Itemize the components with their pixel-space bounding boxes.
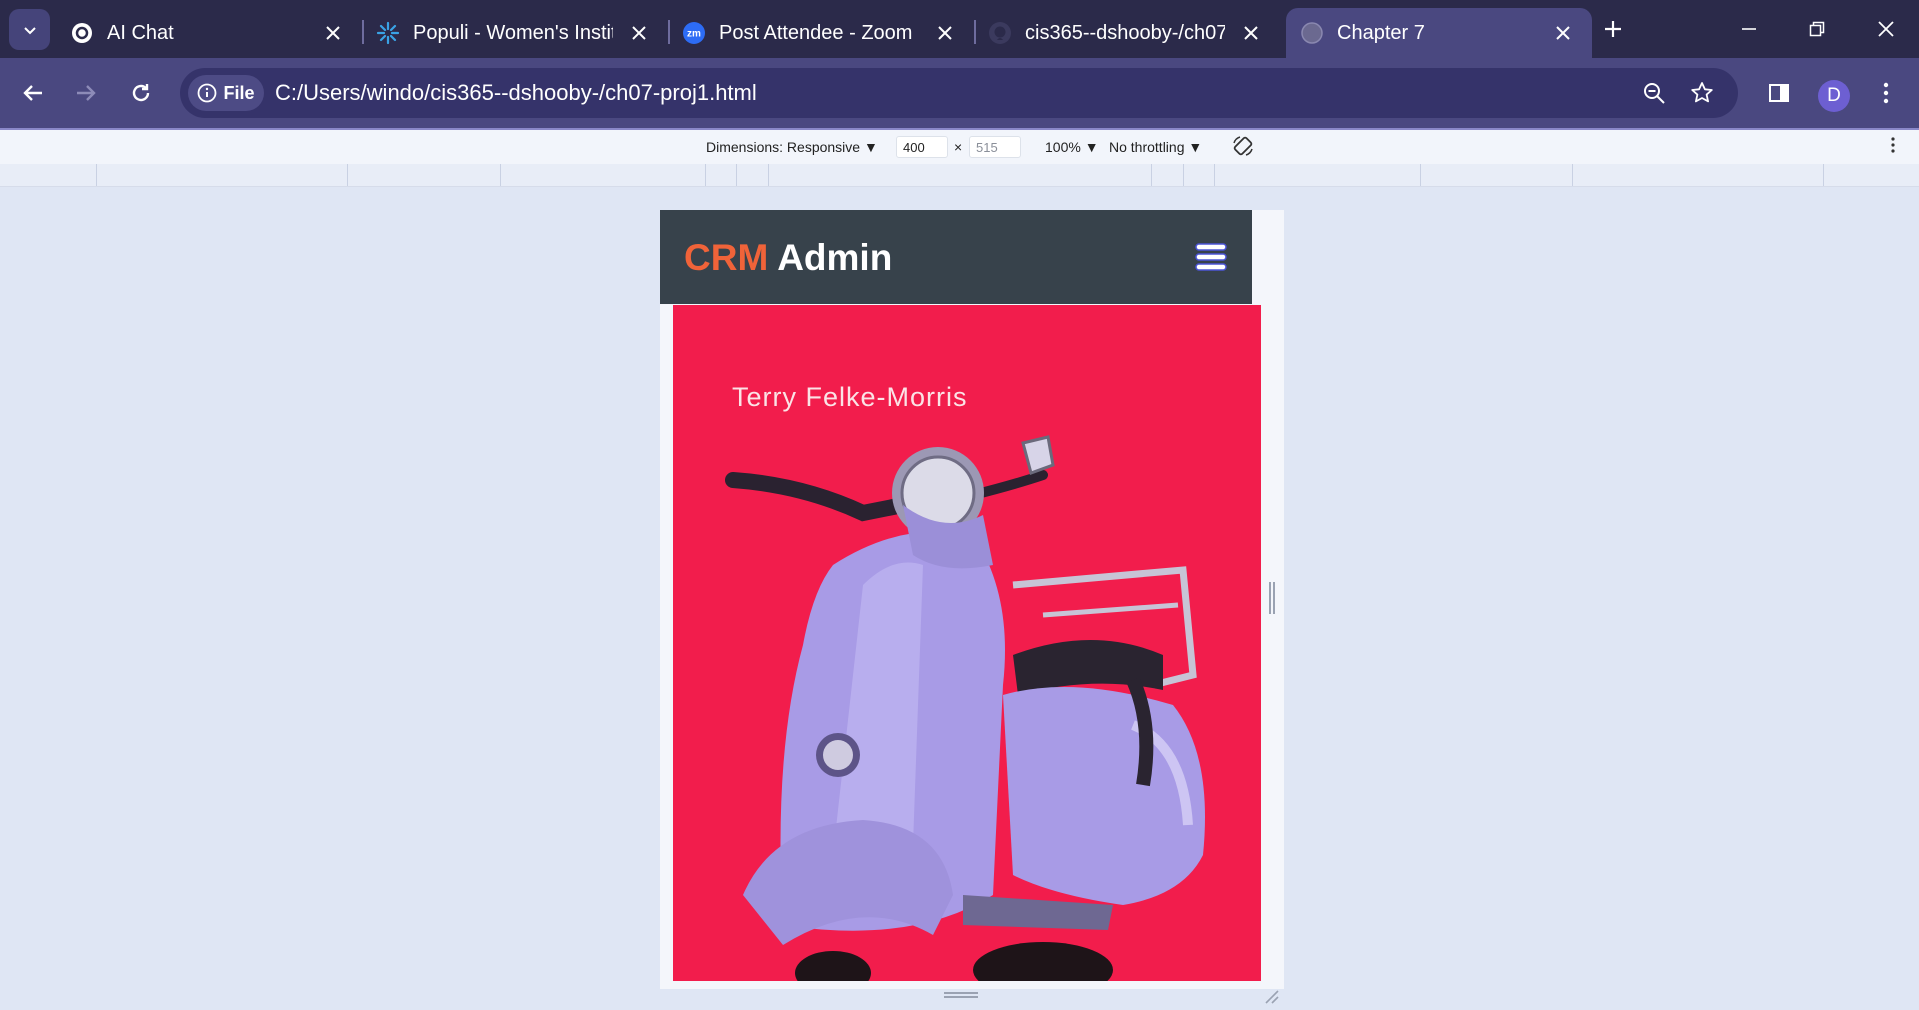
site-info-button[interactable]: File bbox=[188, 75, 264, 111]
tab-zoom[interactable]: zm Post Attendee - Zoom bbox=[668, 8, 974, 58]
browser-toolbar: File C:/Users/windo/cis365--dshooby-/ch0… bbox=[0, 58, 1919, 130]
tab-title: AI Chat bbox=[107, 22, 174, 44]
height-input[interactable]: 515 bbox=[969, 136, 1021, 158]
svg-text:zm: zm bbox=[687, 29, 701, 40]
zoom-label: 100% bbox=[1045, 139, 1081, 155]
dimensions-label: Dimensions: Responsive bbox=[706, 139, 861, 155]
tab-github[interactable]: cis365--dshooby-/ch07-p bbox=[974, 8, 1280, 58]
tab-search-button[interactable] bbox=[9, 9, 50, 50]
resize-grip-icon bbox=[1265, 990, 1279, 1004]
brand-main-text: Admin bbox=[777, 237, 893, 278]
viewport-corner-resize-handle[interactable] bbox=[1262, 987, 1280, 1005]
media-query-ruler bbox=[0, 164, 1919, 187]
brand-accent-text: CRM bbox=[684, 237, 769, 278]
device-toolbar: Dimensions: Responsive ▼ 400 × 515 100% … bbox=[0, 130, 1919, 164]
caret-down-icon: ▼ bbox=[1188, 139, 1203, 155]
viewport-height-resize-handle[interactable] bbox=[944, 992, 978, 998]
address-bar[interactable]: File C:/Users/windo/cis365--dshooby-/ch0… bbox=[180, 68, 1738, 118]
viewport-width-resize-handle[interactable] bbox=[1269, 582, 1275, 614]
close-icon[interactable] bbox=[932, 20, 958, 46]
url-text[interactable]: C:/Users/windo/cis365--dshooby-/ch07-pro… bbox=[275, 80, 757, 106]
chevron-down-icon bbox=[23, 26, 36, 34]
tab-title: cis365--dshooby-/ch07-p bbox=[1025, 22, 1225, 44]
tab-ai-chat[interactable]: AI Chat bbox=[56, 8, 362, 58]
close-icon[interactable] bbox=[320, 20, 346, 46]
tab-strip: AI Chat Populi - Women's Institut zm Pos… bbox=[0, 0, 1919, 58]
close-icon[interactable] bbox=[1238, 20, 1264, 46]
zoom-indicator-button[interactable] bbox=[1638, 77, 1670, 109]
profile-avatar[interactable]: D bbox=[1818, 80, 1850, 112]
globe-icon bbox=[1300, 21, 1324, 45]
zoom-select[interactable]: 100% ▼ bbox=[1045, 139, 1099, 155]
minimize-icon bbox=[1742, 28, 1756, 30]
info-icon bbox=[198, 83, 217, 103]
times-sign: × bbox=[954, 139, 963, 155]
bookmark-button[interactable] bbox=[1686, 77, 1718, 109]
throttling-select[interactable]: No throttling ▼ bbox=[1109, 139, 1202, 155]
new-tab-button[interactable] bbox=[1598, 14, 1628, 44]
close-icon bbox=[1878, 21, 1894, 37]
star-icon bbox=[1691, 82, 1713, 103]
throttling-label: No throttling bbox=[1109, 139, 1185, 155]
book-cover-image: Terry Felke-Morris bbox=[673, 305, 1261, 981]
tab-title: Post Attendee - Zoom bbox=[719, 22, 913, 44]
side-panel-button[interactable] bbox=[1762, 76, 1796, 110]
back-button[interactable] bbox=[16, 76, 50, 110]
side-panel-icon bbox=[1769, 84, 1789, 102]
minimize-button[interactable] bbox=[1729, 12, 1769, 46]
arrow-left-icon bbox=[23, 85, 42, 101]
github-icon bbox=[988, 21, 1012, 45]
site-chip-label: File bbox=[223, 82, 255, 103]
arrow-right-icon bbox=[77, 85, 96, 101]
hamburger-menu-button[interactable] bbox=[1194, 240, 1228, 274]
kebab-menu-icon bbox=[1883, 82, 1889, 104]
zoom-out-icon bbox=[1644, 83, 1665, 104]
tab-chapter-7[interactable]: Chapter 7 bbox=[1286, 8, 1592, 58]
scooter-illustration bbox=[725, 435, 1205, 981]
dimensions-select[interactable]: Dimensions: Responsive ▼ bbox=[706, 139, 878, 155]
close-window-button[interactable] bbox=[1866, 12, 1906, 46]
openai-icon bbox=[70, 21, 94, 45]
tab-title: Chapter 7 bbox=[1337, 22, 1425, 44]
caret-down-icon: ▼ bbox=[1084, 139, 1099, 155]
close-icon[interactable] bbox=[626, 20, 652, 46]
restore-button[interactable] bbox=[1797, 12, 1837, 46]
device-options-button[interactable] bbox=[1890, 135, 1896, 158]
site-header: CRM Admin bbox=[660, 210, 1252, 304]
emulated-viewport: CRM Admin Terry Felke-Morris bbox=[660, 210, 1284, 989]
plus-icon bbox=[1605, 21, 1621, 37]
caret-down-icon: ▼ bbox=[863, 139, 878, 155]
restore-icon bbox=[1809, 21, 1825, 37]
rotate-icon bbox=[1233, 136, 1253, 156]
browser-menu-button[interactable] bbox=[1869, 76, 1903, 110]
close-icon[interactable] bbox=[1550, 20, 1576, 46]
kebab-menu-icon bbox=[1891, 137, 1895, 153]
forward-button[interactable] bbox=[69, 76, 103, 110]
cover-author-name: Terry Felke-Morris bbox=[732, 382, 968, 412]
reload-button[interactable] bbox=[124, 76, 158, 110]
tab-populi[interactable]: Populi - Women's Institut bbox=[362, 8, 668, 58]
rotate-button[interactable] bbox=[1232, 135, 1254, 160]
zoom-icon: zm bbox=[682, 21, 706, 45]
populi-icon bbox=[376, 21, 400, 45]
site-logo[interactable]: CRM Admin bbox=[684, 236, 892, 280]
width-input[interactable]: 400 bbox=[896, 136, 948, 158]
tab-title: Populi - Women's Institut bbox=[413, 22, 613, 44]
reload-icon bbox=[132, 84, 150, 102]
hamburger-icon bbox=[1195, 243, 1227, 271]
